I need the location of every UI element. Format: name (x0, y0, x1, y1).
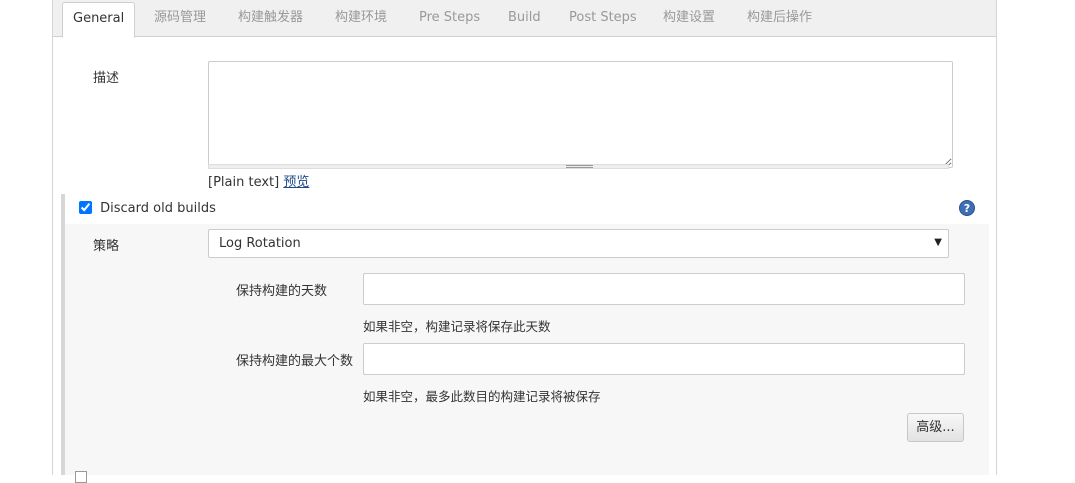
help-icon[interactable]: ? (959, 200, 975, 216)
tab-general[interactable]: General (62, 2, 136, 38)
strategy-select[interactable]: Log Rotation ▼ (208, 229, 949, 258)
tab-post-steps[interactable]: Post Steps (567, 2, 639, 34)
tab-source-management[interactable]: 源码管理 (152, 2, 208, 34)
format-hint: [Plain text] 预览 (208, 171, 309, 190)
discard-builds-checkbox[interactable] (79, 201, 92, 214)
max-builds-label: 保持构建的最大个数 (236, 354, 354, 369)
preview-link[interactable]: 预览 (283, 175, 309, 190)
max-builds-hint: 如果非空，最多此数目的构建记录将被保存 (363, 389, 601, 404)
tab-build-environment[interactable]: 构建环境 (333, 2, 389, 34)
tab-build-settings[interactable]: 构建设置 (661, 2, 717, 34)
chevron-down-icon: ▼ (934, 237, 942, 248)
tab-build[interactable]: Build (506, 2, 543, 34)
description-textarea[interactable] (208, 61, 953, 168)
strategy-label: 策略 (93, 239, 120, 254)
days-to-keep-hint: 如果非空，构建记录将保存此天数 (363, 319, 551, 334)
tab-build-triggers[interactable]: 构建触发器 (236, 2, 305, 34)
advanced-button[interactable]: 高级... (907, 413, 964, 442)
config-panel: General 源码管理 构建触发器 构建环境 Pre Steps Build … (52, 0, 997, 483)
next-option-checkbox[interactable] (75, 471, 87, 483)
discard-builds-label: Discard old builds (100, 201, 216, 216)
tab-post-build-actions[interactable]: 构建后操作 (745, 2, 814, 34)
tab-bar: General 源码管理 构建触发器 构建环境 Pre Steps Build … (53, 0, 996, 38)
discard-builds-row[interactable]: Discard old builds (79, 201, 216, 217)
format-hint-text: [Plain text] (208, 175, 280, 190)
strategy-selected-value: Log Rotation (219, 236, 301, 251)
textarea-resize-grip[interactable] (208, 164, 949, 169)
max-builds-input[interactable] (363, 343, 965, 375)
days-to-keep-input[interactable] (363, 273, 965, 305)
tab-pre-steps[interactable]: Pre Steps (417, 2, 482, 34)
description-label: 描述 (93, 71, 120, 86)
days-to-keep-label: 保持构建的天数 (236, 284, 328, 299)
